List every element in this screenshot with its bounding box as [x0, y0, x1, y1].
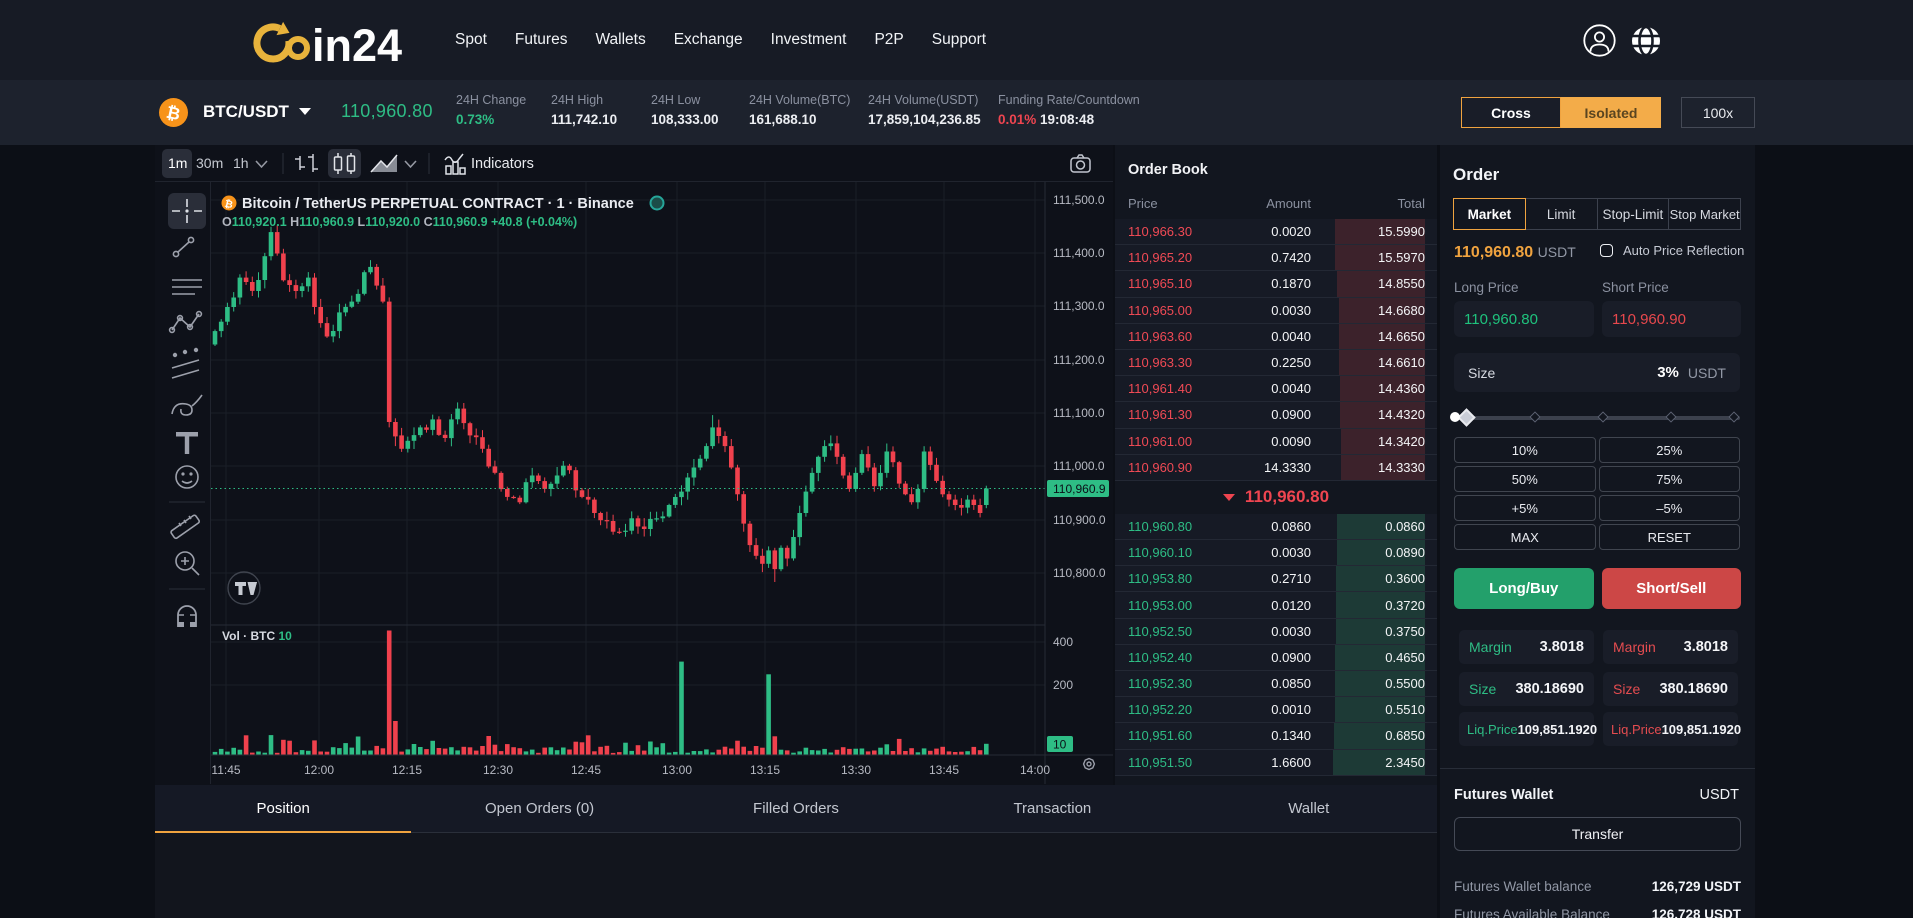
svg-text:13:15: 13:15	[750, 763, 780, 777]
svg-text:1m: 1m	[168, 155, 187, 171]
svg-text:111,500.0: 111,500.0	[1053, 193, 1105, 207]
svg-text:110,900.0: 110,900.0	[1053, 513, 1106, 527]
svg-text:200: 200	[1053, 678, 1073, 692]
svg-text:10: 10	[1053, 738, 1067, 752]
svg-text:111,100.0: 111,100.0	[1053, 406, 1105, 420]
svg-text:12:30: 12:30	[483, 763, 513, 777]
svg-text:400: 400	[1053, 635, 1073, 649]
svg-text:in24: in24	[312, 20, 402, 70]
svg-text:111,200.0: 111,200.0	[1053, 353, 1105, 367]
svg-text:110,800.0: 110,800.0	[1053, 566, 1106, 580]
svg-text:Indicators: Indicators	[471, 156, 534, 172]
svg-text:Bitcoin / TetherUS PERPETUAL C: Bitcoin / TetherUS PERPETUAL CONTRACT · …	[242, 196, 634, 212]
svg-text:110,960.9: 110,960.9	[1053, 482, 1106, 496]
svg-text:O110,920.1 H110,960.9 L110,920: O110,920.1 H110,960.9 L110,920.0 C110,96…	[222, 215, 577, 229]
svg-text:12:15: 12:15	[392, 763, 422, 777]
svg-text:13:45: 13:45	[929, 763, 959, 777]
svg-text:13:30: 13:30	[841, 763, 871, 777]
svg-text:12:00: 12:00	[304, 763, 334, 777]
svg-text:111,400.0: 111,400.0	[1053, 246, 1105, 260]
svg-text:11:45: 11:45	[211, 763, 240, 777]
svg-text:12:45: 12:45	[571, 763, 601, 777]
svg-text:13:00: 13:00	[662, 763, 692, 777]
svg-text:30m: 30m	[196, 155, 223, 171]
svg-text:Vol · BTC 10: Vol · BTC 10	[222, 629, 292, 643]
svg-text:111,000.0: 111,000.0	[1053, 459, 1105, 473]
svg-text:1h: 1h	[233, 155, 249, 171]
svg-text:14:00: 14:00	[1020, 763, 1050, 777]
svg-text:111,300.0: 111,300.0	[1053, 299, 1105, 313]
